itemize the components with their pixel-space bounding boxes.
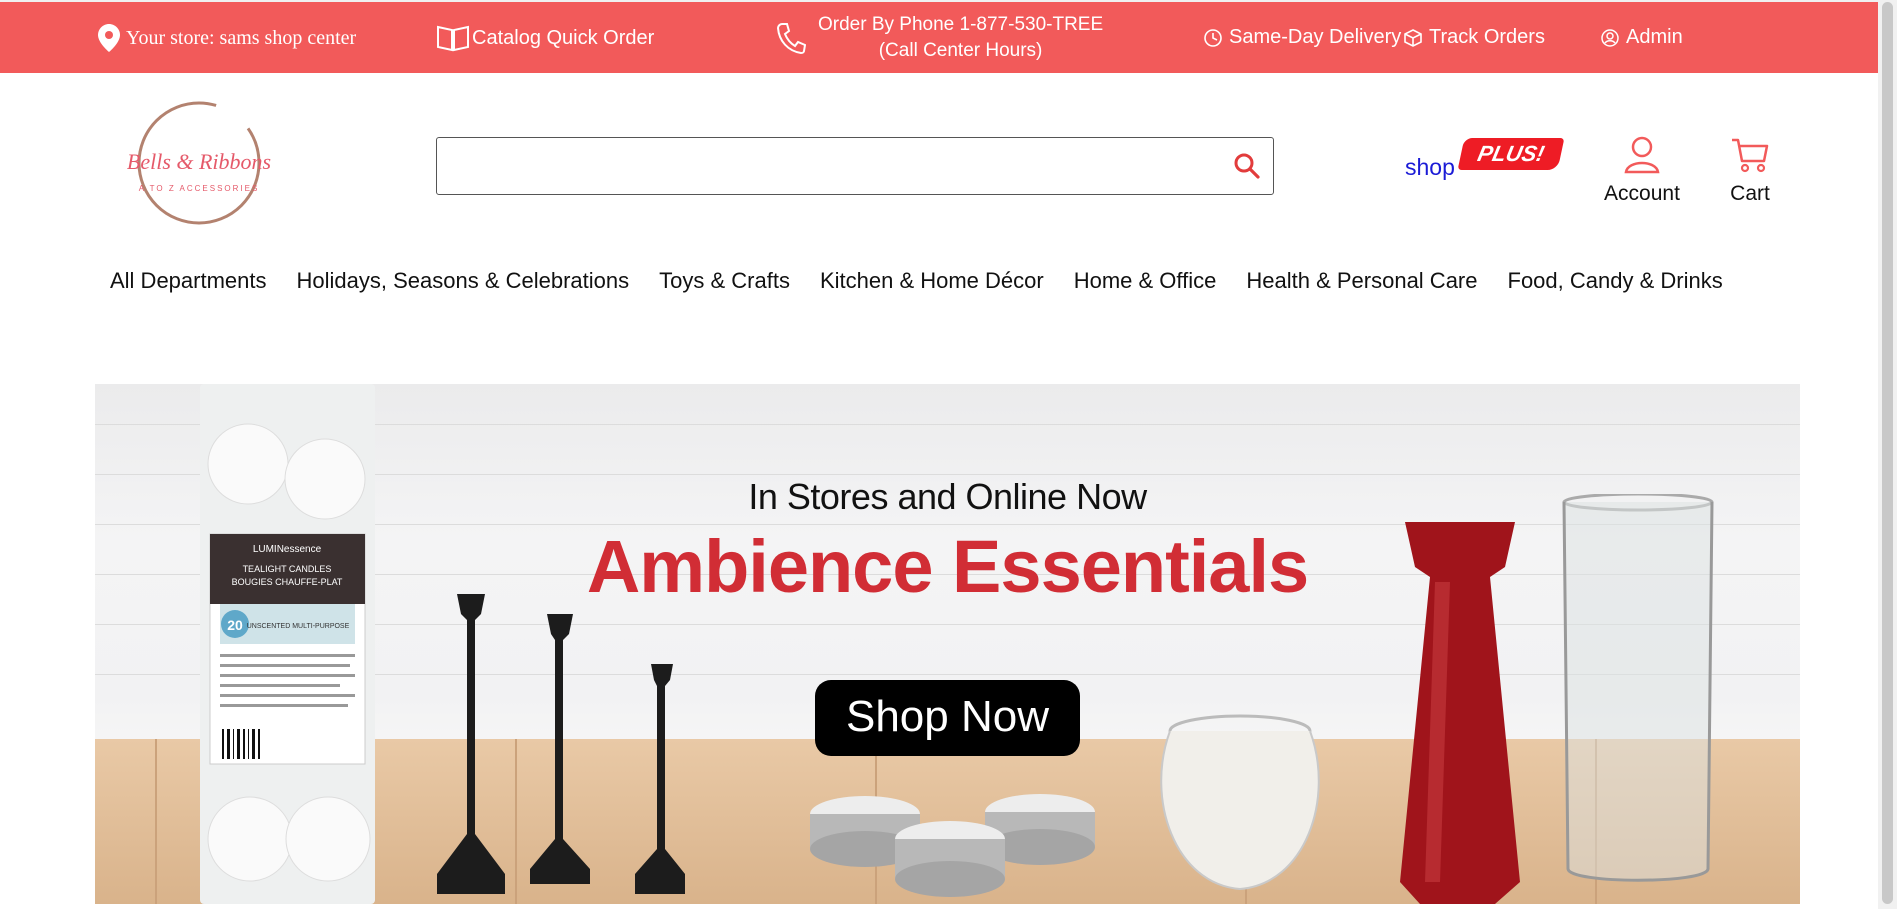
- track-label: Track Orders: [1429, 26, 1545, 48]
- user-icon: [1624, 136, 1660, 174]
- product-count: 20: [227, 617, 243, 633]
- hero-title: Ambience Essentials: [586, 525, 1309, 608]
- map-pin-icon: [98, 24, 120, 52]
- admin-link[interactable]: Admin: [1600, 26, 1683, 49]
- user-circle-icon: [1601, 28, 1619, 47]
- shop-plus-shop-text: shop: [1405, 154, 1455, 180]
- box-icon: [1404, 28, 1422, 47]
- admin-label: Admin: [1626, 26, 1683, 48]
- candle-holders-image: [437, 594, 685, 894]
- top-utility-bar: Your store: sams shop center Catalog Qui…: [0, 0, 1897, 73]
- nav-food-candy-drinks[interactable]: Food, Candy & Drinks: [1508, 268, 1723, 294]
- nav-all-departments[interactable]: All Departments: [110, 268, 267, 294]
- logo-tagline: A TO Z ACCESSORIES: [139, 184, 260, 193]
- account-label: Account: [1604, 182, 1680, 205]
- product-desc: UNSCENTED MULTI-PURPOSE: [247, 623, 350, 630]
- nav-home-office[interactable]: Home & Office: [1074, 268, 1217, 294]
- phone-line-2: (Call Center Hours): [878, 40, 1043, 61]
- phone-line-1: Order By Phone 1-877-530-TREE: [818, 14, 1104, 35]
- nav-toys-crafts[interactable]: Toys & Crafts: [659, 268, 790, 294]
- search-input[interactable]: [447, 138, 1211, 194]
- search-icon[interactable]: [1233, 152, 1261, 180]
- store-selector[interactable]: Your store: sams shop center: [98, 24, 356, 52]
- tealight-candle-pack-image: LUMINessence TEALIGHT CANDLES BOUGIES CH…: [200, 384, 375, 904]
- same-day-delivery-link[interactable]: Same-Day Delivery: [1203, 26, 1401, 49]
- cart-icon: [1732, 138, 1769, 173]
- phone-icon: [776, 23, 806, 54]
- logo-wordmark: Bells & Ribbons: [127, 149, 271, 174]
- shop-now-button[interactable]: Shop Now: [815, 680, 1080, 756]
- tealights-image: [810, 794, 1095, 897]
- store-label: Your store: sams shop center: [126, 26, 357, 49]
- shop-plus-badge: PLUS!: [1457, 138, 1565, 170]
- hero-banner[interactable]: LUMINessence TEALIGHT CANDLES BOUGIES CH…: [95, 384, 1800, 904]
- page-scrollbar-thumb[interactable]: [1882, 2, 1893, 904]
- hero-subtitle: In Stores and Online Now: [748, 476, 1147, 517]
- account-link[interactable]: Account: [1600, 134, 1684, 206]
- category-nav: All Departments Holidays, Seasons & Cele…: [110, 268, 1753, 294]
- nav-kitchen-home-decor[interactable]: Kitchen & Home Décor: [820, 268, 1044, 294]
- catalog-label: Catalog Quick Order: [472, 26, 655, 49]
- clock-icon: [1204, 28, 1222, 47]
- nav-health-personal-care[interactable]: Health & Personal Care: [1246, 268, 1477, 294]
- search-bar: [436, 137, 1274, 195]
- shop-plus-link[interactable]: shop PLUS!: [1405, 136, 1565, 186]
- order-by-phone[interactable]: Order By Phone 1-877-530-TREE (Call Cent…: [776, 12, 1103, 64]
- glass-bowl-image: [1160, 714, 1320, 891]
- catalog-quick-order-link[interactable]: Catalog Quick Order: [436, 24, 654, 52]
- nav-holidays-seasons-celebrations[interactable]: Holidays, Seasons & Celebrations: [297, 268, 630, 294]
- track-orders-link[interactable]: Track Orders: [1403, 26, 1545, 49]
- site-logo[interactable]: Bells & Ribbons A TO Z ACCESSORIES: [113, 97, 285, 232]
- cart-label: Cart: [1730, 182, 1770, 205]
- delivery-label: Same-Day Delivery: [1229, 26, 1402, 48]
- cart-link[interactable]: Cart: [1720, 134, 1780, 206]
- book-icon: [437, 25, 469, 52]
